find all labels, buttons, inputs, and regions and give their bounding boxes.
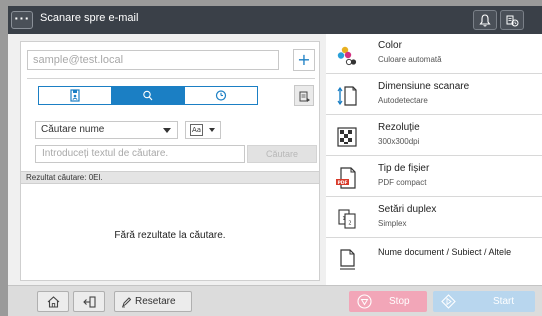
duplex-page-1: 1 bbox=[342, 216, 345, 222]
start-label: Start bbox=[493, 296, 515, 307]
pdf-file-icon: PDF bbox=[336, 167, 356, 189]
search-icon bbox=[143, 90, 153, 101]
setting-value: 300x300dpi bbox=[378, 137, 420, 146]
reset-button[interactable]: Resetare bbox=[114, 291, 192, 312]
color-icon bbox=[337, 46, 357, 66]
setting-name: Tip de fișier bbox=[378, 163, 430, 174]
setting-name: Setări duplex bbox=[378, 204, 437, 215]
setting-name: Nume document / Subiect / Altele bbox=[378, 247, 512, 257]
reset-label: Resetare bbox=[135, 296, 176, 307]
setting-value: Simplex bbox=[378, 219, 407, 228]
search-type-select[interactable]: Căutare nume bbox=[35, 121, 178, 139]
settings-panel: Color Culoare automată Dimensiune scanar… bbox=[326, 34, 542, 285]
search-input[interactable]: Introduceți textul de căutare. bbox=[35, 145, 245, 163]
setting-resolution[interactable]: Rezoluție 300x300dpi bbox=[326, 116, 542, 156]
bell-icon bbox=[479, 14, 491, 27]
case-icon: Aa bbox=[190, 124, 203, 136]
search-result-count: Rezultat căutare: 0El. bbox=[21, 171, 319, 184]
direct-input-button[interactable] bbox=[294, 85, 314, 106]
pencil-icon bbox=[122, 297, 131, 308]
pdf-badge-text: PDF bbox=[337, 180, 347, 186]
screen: ··· Scanare spre e-mail sample@test.loca… bbox=[8, 6, 542, 316]
chevron-down-icon bbox=[209, 128, 215, 132]
job-list-button[interactable] bbox=[500, 10, 524, 30]
tab-history[interactable] bbox=[185, 87, 257, 104]
setting-file-type[interactable]: PDF Tip de fișier PDF compact bbox=[326, 157, 542, 197]
stop-label: Stop bbox=[389, 296, 410, 307]
setting-name: Color bbox=[378, 40, 402, 51]
job-status-icon bbox=[506, 15, 519, 27]
address-panel: sample@test.local + Căutare nume Aa Intr… bbox=[20, 41, 320, 281]
setting-name: Rezoluție bbox=[378, 122, 420, 133]
bottom-bar: Resetare Stop Start bbox=[8, 285, 542, 316]
home-icon bbox=[47, 296, 60, 308]
chevron-down-icon bbox=[163, 128, 171, 133]
setting-name: Dimensiune scanare bbox=[378, 81, 470, 92]
duplex-page-2: 2 bbox=[348, 221, 351, 227]
search-button[interactable]: Căutare bbox=[247, 145, 317, 163]
logout-icon bbox=[83, 296, 96, 308]
tab-search[interactable] bbox=[112, 87, 185, 104]
divider bbox=[27, 78, 315, 79]
stop-button[interactable]: Stop bbox=[349, 291, 427, 312]
setting-duplex[interactable]: 1 2 Setări duplex Simplex bbox=[326, 198, 542, 238]
address-input[interactable]: sample@test.local bbox=[27, 50, 279, 70]
address-mode-tabs bbox=[38, 86, 258, 105]
access-button[interactable] bbox=[73, 291, 105, 312]
setting-document-name[interactable]: Nume document / Subiect / Altele bbox=[326, 239, 542, 279]
search-type-label: Căutare nume bbox=[41, 124, 105, 135]
page-title: Scanare spre e-mail bbox=[40, 12, 139, 24]
document-icon bbox=[340, 249, 355, 270]
address-book-icon bbox=[70, 89, 80, 102]
home-button[interactable] bbox=[37, 291, 69, 312]
duplex-icon: 1 2 bbox=[338, 209, 356, 229]
setting-value: Autodetectare bbox=[378, 96, 428, 105]
start-button[interactable]: Start bbox=[433, 291, 535, 312]
clock-icon bbox=[215, 90, 227, 101]
setting-value: PDF compact bbox=[378, 178, 427, 187]
resolution-icon bbox=[337, 127, 357, 147]
setting-scan-size[interactable]: Dimensiune scanare Autodetectare bbox=[326, 75, 542, 115]
scan-size-icon bbox=[337, 86, 357, 106]
direct-input-icon bbox=[299, 91, 310, 102]
notification-button[interactable] bbox=[473, 10, 497, 30]
tab-address-book[interactable] bbox=[39, 87, 112, 104]
no-results-message: Fără rezultate la căutare. bbox=[114, 230, 226, 241]
stop-icon bbox=[357, 294, 372, 309]
start-icon bbox=[441, 294, 456, 309]
menu-button[interactable]: ··· bbox=[11, 11, 33, 29]
setting-value: Culoare automată bbox=[378, 55, 442, 64]
setting-color[interactable]: Color Culoare automată bbox=[326, 34, 542, 74]
add-address-button[interactable]: + bbox=[293, 49, 315, 71]
top-bar: ··· Scanare spre e-mail bbox=[8, 6, 542, 34]
case-option-button[interactable]: Aa bbox=[185, 121, 221, 139]
